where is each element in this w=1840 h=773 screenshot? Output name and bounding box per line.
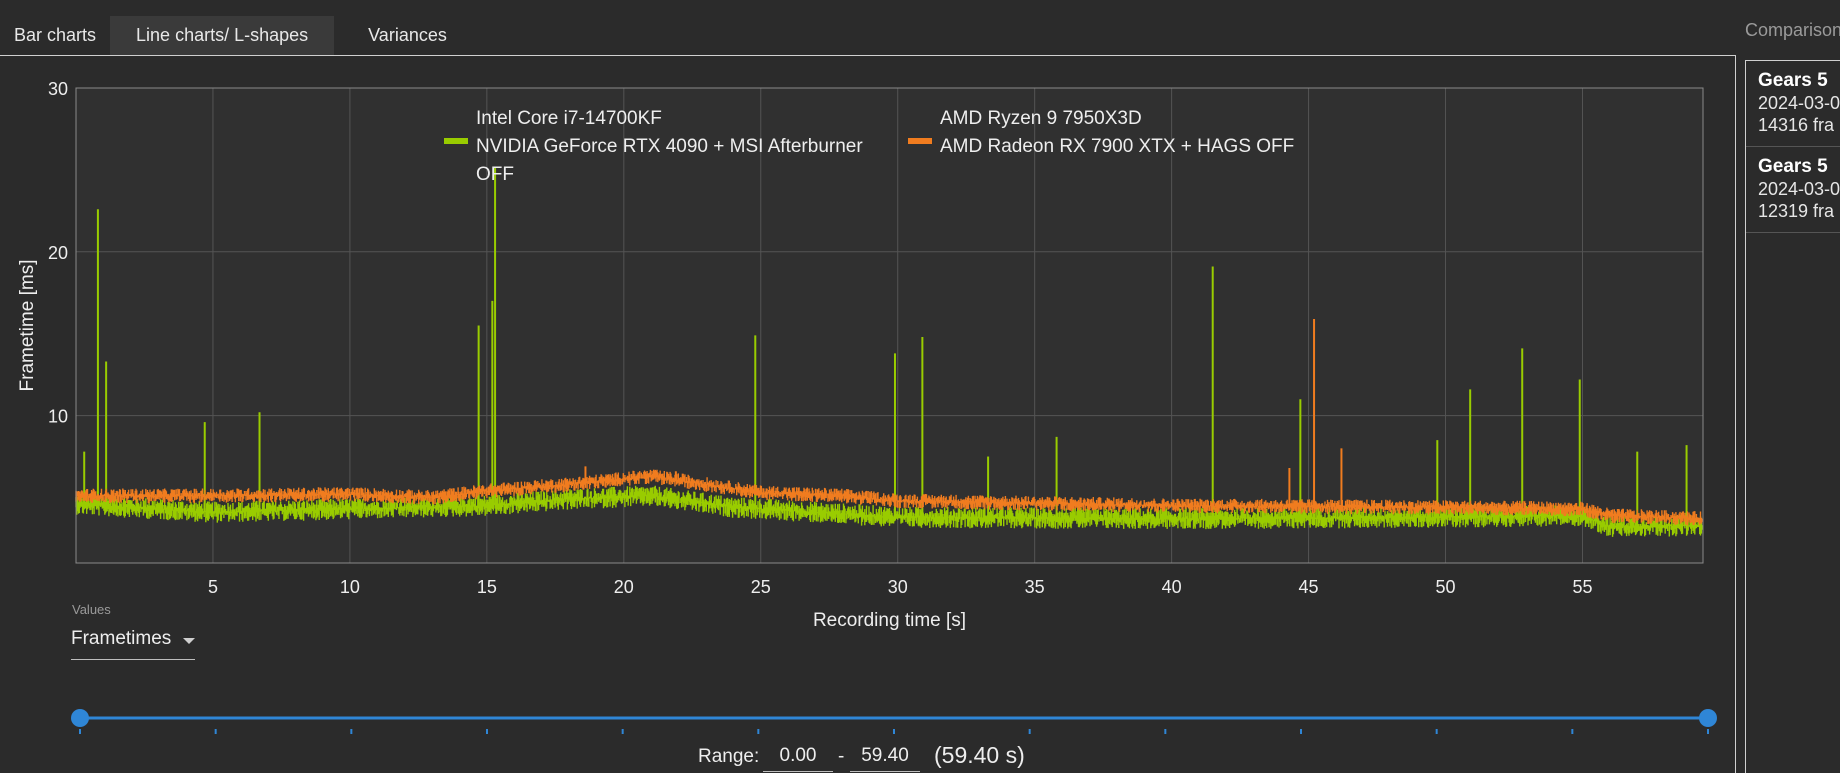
values-dropdown[interactable]: Frametimes	[71, 622, 195, 660]
y-tick-label: 10	[48, 407, 68, 427]
comparison-title: Comparison	[1745, 20, 1840, 40]
x-axis-label: Recording time [s]	[813, 610, 966, 631]
frametime-line-chart: 5 10 15 20 25 30 35 40 45 50 55 10 20 30 Recording ti…	[17, 79, 1704, 631]
tab-variances[interactable]: Variances	[334, 16, 481, 55]
x-tick-label: 15	[477, 577, 497, 597]
values-label: Values	[72, 602, 111, 617]
comparison-list: Gears 5 2024-03-0 14316 fra Gears 5 2024…	[1745, 60, 1840, 773]
x-tick-label: 10	[340, 577, 360, 597]
comparison-item[interactable]: Gears 5 2024-03-0 12319 fra	[1746, 147, 1840, 233]
x-tick-label: 55	[1572, 577, 1592, 597]
comparison-item-date: 2024-03-0	[1758, 179, 1840, 199]
legend-label: Intel Core i7-14700KF	[476, 108, 662, 129]
x-tick-label: 25	[751, 577, 771, 597]
legend-swatch	[908, 138, 932, 144]
legend-label: AMD Radeon RX 7900 XTX + HAGS OFF	[940, 136, 1294, 157]
x-tick-label: 45	[1299, 577, 1319, 597]
legend-label: OFF	[476, 164, 514, 185]
range-start-input[interactable]: 0.00	[763, 740, 833, 772]
values-dropdown-selected: Frametimes	[71, 628, 172, 649]
legend-swatch	[444, 138, 468, 144]
x-tick-label: 35	[1025, 577, 1045, 597]
x-tick-label: 50	[1436, 577, 1456, 597]
y-axis-label: Frametime [ms]	[17, 260, 38, 392]
tab-bar-charts[interactable]: Bar charts	[0, 16, 110, 55]
comparison-item-date: 2024-03-0	[1758, 93, 1840, 113]
range-separator: -	[838, 746, 845, 767]
range-label: Range:	[698, 746, 760, 767]
x-tick-label: 30	[888, 577, 908, 597]
range-slider-start-handle[interactable]	[71, 709, 89, 727]
comparison-item[interactable]: Gears 5 2024-03-0 14316 fra	[1746, 61, 1840, 147]
y-tick-label: 20	[48, 243, 68, 263]
comparison-item-game: Gears 5	[1758, 156, 1828, 177]
legend-label: AMD Ryzen 9 7950X3D	[940, 108, 1142, 129]
x-tick-label: 5	[208, 577, 218, 597]
range-duration: (59.40 s)	[934, 742, 1025, 768]
x-tick-label: 20	[614, 577, 634, 597]
x-tick-label: 40	[1162, 577, 1182, 597]
legend-label: NVIDIA GeForce RTX 4090 + MSI Afterburne…	[476, 136, 863, 157]
range-slider-end-handle[interactable]	[1699, 709, 1717, 727]
comparison-item-frames: 14316 fra	[1758, 115, 1835, 135]
y-tick-label: 30	[48, 79, 68, 99]
chevron-down-icon	[183, 638, 195, 644]
tab-line-charts[interactable]: Line charts/ L-shapes	[110, 16, 335, 55]
range-end-input[interactable]: 59.40	[850, 740, 920, 772]
comparison-item-game: Gears 5	[1758, 70, 1828, 91]
chart-tab-bar: Bar charts Line charts/ L-shapes Varianc…	[0, 16, 481, 55]
comparison-item-frames: 12319 fra	[1758, 201, 1835, 221]
range-slider[interactable]	[68, 705, 1720, 735]
